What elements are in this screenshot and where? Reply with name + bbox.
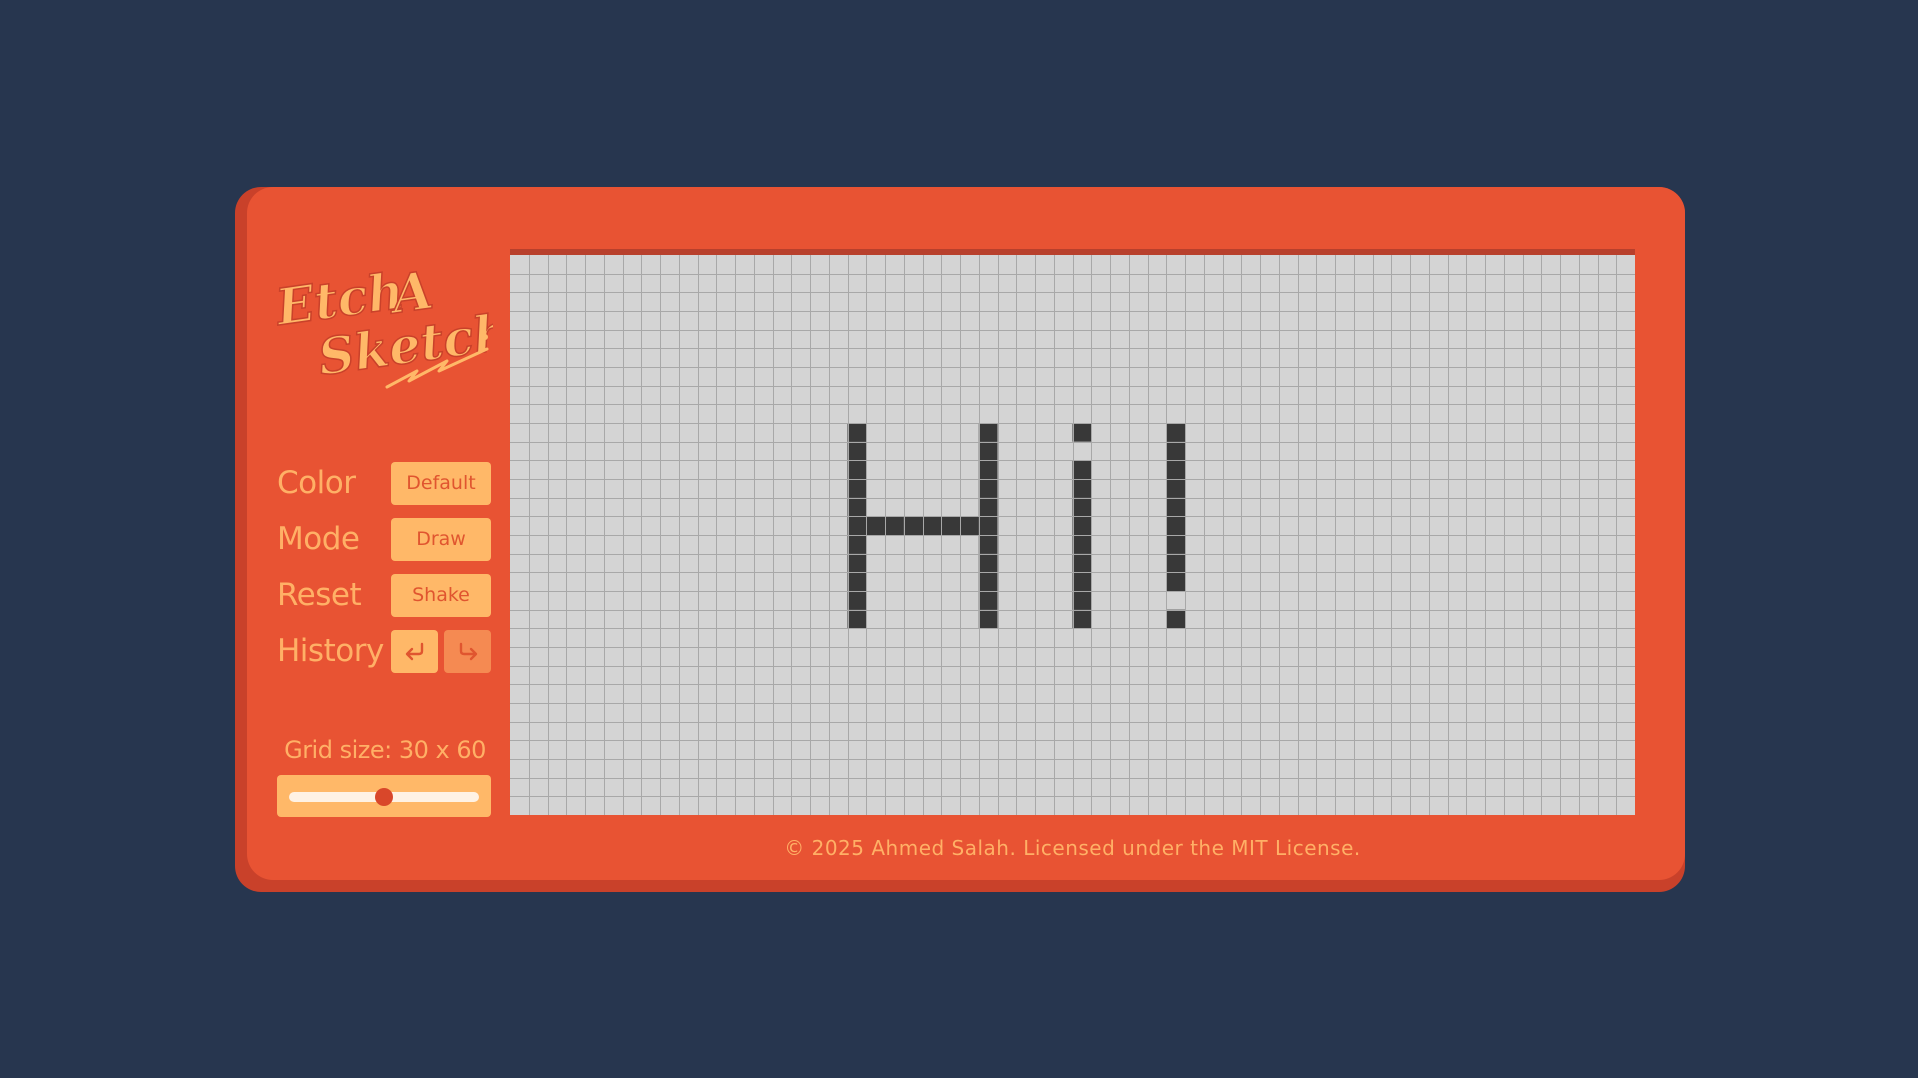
filled-cell [1166, 516, 1185, 535]
drawing-grid[interactable] [510, 255, 1635, 815]
filled-cell [960, 516, 979, 535]
filled-cell [1166, 497, 1185, 517]
color-default-button[interactable]: Default [391, 461, 491, 505]
filled-cell [847, 553, 867, 573]
filled-cell [847, 535, 867, 554]
filled-cell [941, 516, 960, 535]
filled-cell [1166, 553, 1185, 573]
grid-size-slider[interactable] [277, 775, 491, 817]
filled-cell [1072, 591, 1092, 610]
history-buttons [391, 629, 491, 673]
history-label: History [277, 633, 384, 669]
filled-cell [1166, 609, 1185, 629]
filled-cell [1166, 572, 1185, 591]
filled-cell [1072, 460, 1092, 479]
filled-cell [978, 572, 998, 591]
mode-label: Mode [277, 521, 360, 557]
undo-button[interactable] [391, 629, 438, 673]
etch-a-sketch-device: Etch A Sketch Color Default Mode Draw Re… [235, 187, 1685, 892]
filled-cell [1072, 479, 1092, 498]
filled-cell [1166, 441, 1185, 461]
filled-cell [978, 441, 998, 461]
filled-cell [1166, 460, 1185, 479]
filled-cell [847, 460, 867, 479]
filled-cell [847, 423, 867, 442]
redo-arrow-icon [459, 642, 477, 661]
grid-size-label: Grid size: 30 x 60 [284, 736, 486, 764]
footer-license: © 2025 Ahmed Salah. Licensed under the M… [784, 836, 1361, 860]
filled-cell [1072, 553, 1092, 573]
filled-cell [978, 591, 998, 610]
filled-cell [903, 516, 923, 535]
filled-cell [978, 460, 998, 479]
filled-cell [847, 516, 867, 535]
device-face: Etch A Sketch Color Default Mode Draw Re… [247, 187, 1685, 880]
history-row: History [277, 629, 493, 673]
filled-cell [978, 497, 998, 517]
filled-cell [847, 591, 867, 610]
filled-cell [1072, 609, 1092, 629]
filled-cell [978, 516, 998, 535]
filled-cell [847, 609, 867, 629]
filled-cell [922, 516, 942, 535]
reset-shake-button[interactable]: Shake [391, 573, 491, 617]
undo-arrow-icon [405, 642, 423, 661]
drawing-screen[interactable] [510, 249, 1635, 815]
slider-thumb[interactable] [375, 788, 393, 806]
filled-cell [978, 423, 998, 442]
filled-cell [1072, 497, 1092, 517]
filled-cell [978, 553, 998, 573]
filled-cell [847, 441, 867, 461]
filled-cell [847, 479, 867, 498]
reset-row: Reset Shake [277, 573, 493, 617]
etch-a-sketch-logo: Etch A Sketch [277, 259, 493, 389]
filled-cell [847, 572, 867, 591]
filled-cell [978, 479, 998, 498]
filled-cell [1072, 423, 1092, 442]
color-label: Color [277, 465, 356, 501]
redo-button[interactable] [444, 629, 491, 673]
filled-cell [1166, 479, 1185, 498]
filled-cell [1072, 572, 1092, 591]
filled-cell [1166, 423, 1185, 442]
mode-row: Mode Draw [277, 517, 493, 561]
reset-label: Reset [277, 577, 362, 613]
filled-cell [1072, 516, 1092, 535]
mode-draw-button[interactable]: Draw [391, 517, 491, 561]
filled-cell [847, 497, 867, 517]
controls-panel: Color Default Mode Draw Reset Shake Hist… [277, 461, 493, 685]
filled-cell [866, 516, 885, 535]
filled-cell [978, 609, 998, 629]
color-row: Color Default [277, 461, 493, 505]
filled-cell [978, 535, 998, 554]
filled-cell [1072, 535, 1092, 554]
filled-cell [885, 516, 904, 535]
filled-cell [1166, 535, 1185, 554]
